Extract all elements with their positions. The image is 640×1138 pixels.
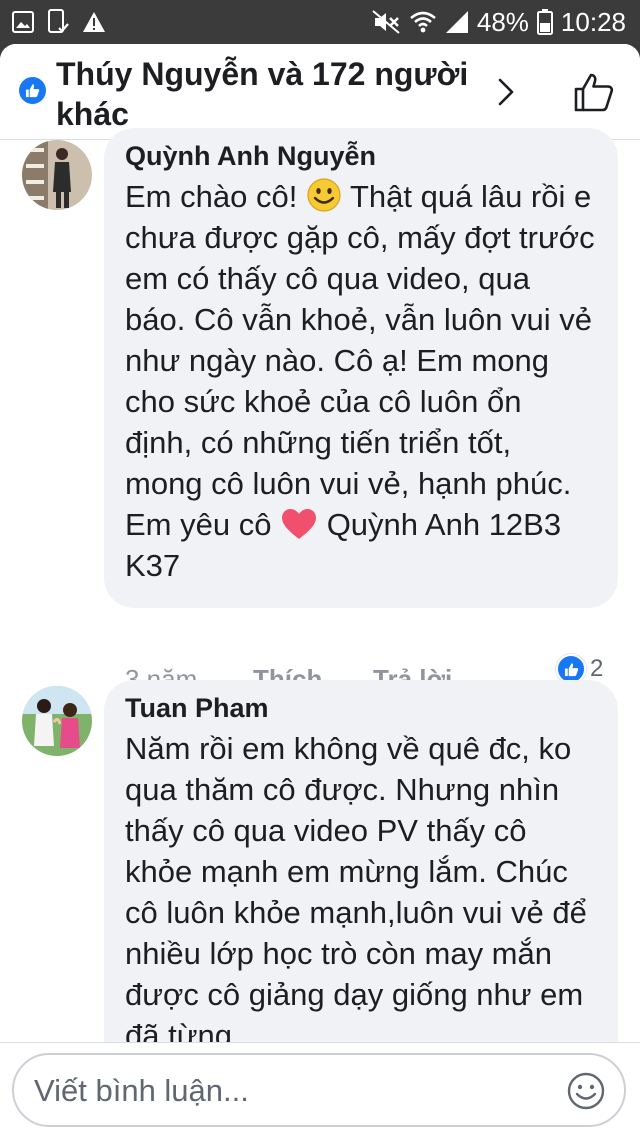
avatar[interactable]	[22, 686, 92, 756]
signal-icon	[445, 10, 469, 34]
comment-text: Em chào cô! Thật quá lâu rồi e chưa được…	[125, 176, 596, 586]
comment-composer: Viết bình luận...	[0, 1042, 640, 1138]
image-icon	[12, 11, 34, 33]
chevron-right-icon[interactable]	[492, 72, 520, 112]
comment-text-part2: Thật quá lâu rồi e chưa được gặp cô, mấy…	[125, 179, 595, 542]
wifi-icon	[409, 10, 437, 34]
phone-check-icon	[46, 9, 70, 35]
comment-author[interactable]: Tuan Pham	[125, 690, 596, 726]
emoji-icon[interactable]	[566, 1071, 606, 1111]
battery-percent: 48%	[476, 6, 529, 37]
comments-sheet: Thúy Nguyễn và 172 người khác Quỳnh Anh …	[0, 44, 640, 1138]
warning-icon	[82, 11, 106, 33]
reactions-header[interactable]: Thúy Nguyễn và 172 người khác	[0, 44, 640, 140]
status-bar: 48% 10:28	[0, 0, 640, 44]
comment-author[interactable]: Quỳnh Anh Nguyễn	[125, 138, 596, 174]
status-time: 10:28	[560, 6, 626, 37]
smiley-emoji-icon	[306, 177, 342, 213]
comment-bubble[interactable]: Quỳnh Anh Nguyễn Em chào cô! Thật quá lâ…	[104, 128, 618, 608]
comment-input-placeholder: Viết bình luận...	[34, 1073, 249, 1108]
heart-emoji-icon	[280, 507, 318, 541]
like-badge-icon	[19, 77, 46, 104]
comment-text-part1: Em chào cô!	[125, 179, 306, 214]
mute-icon	[371, 9, 401, 35]
battery-icon	[536, 9, 553, 35]
comment-text: Năm rồi em không về quê đc, ko qua thăm …	[125, 731, 587, 1053]
reaction-count: 2	[590, 655, 604, 682]
comment-bubble[interactable]: Tuan Pham Năm rồi em không về quê đc, ko…	[104, 680, 618, 1100]
status-bar-left	[12, 8, 106, 36]
reactions-summary-title[interactable]: Thúy Nguyễn và 172 người khác	[56, 54, 476, 134]
status-bar-right: 48% 10:28	[371, 6, 626, 38]
avatar[interactable]	[22, 140, 92, 210]
thumbs-up-icon[interactable]	[572, 70, 616, 114]
comment-input[interactable]: Viết bình luận...	[12, 1053, 626, 1127]
